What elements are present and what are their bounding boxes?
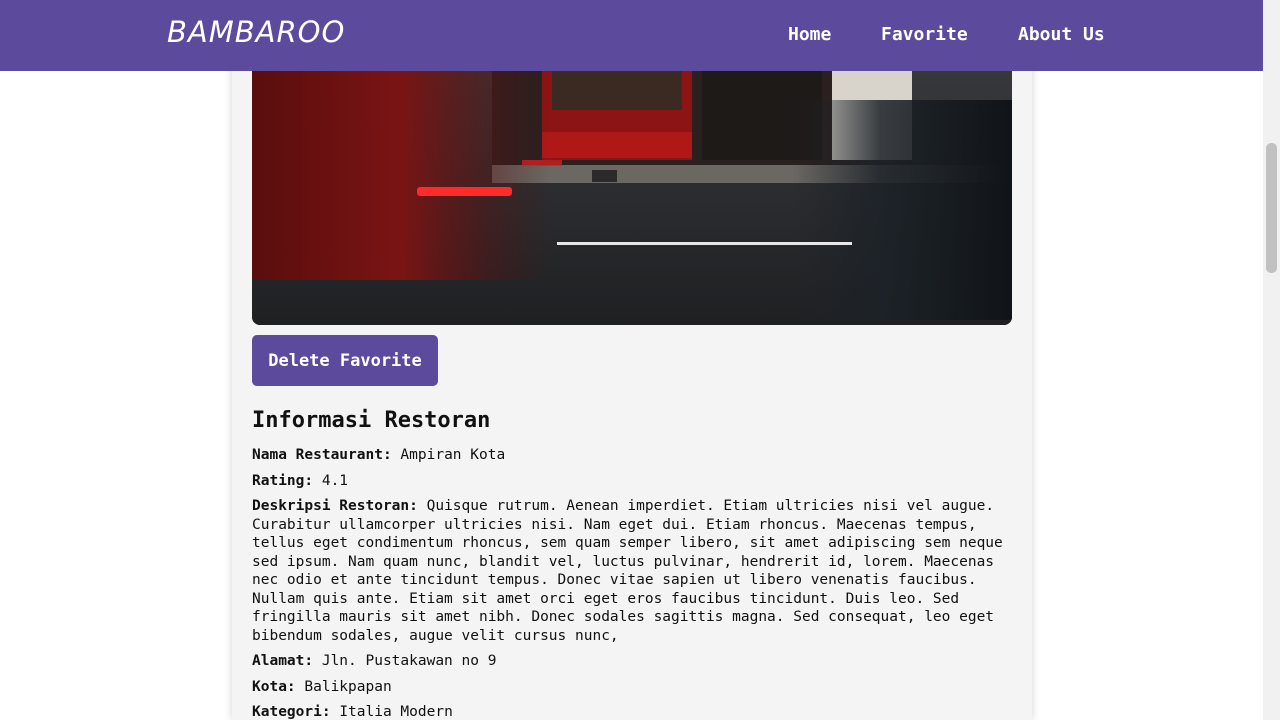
restaurant-name-row: Nama Restaurant: Ampiran Kota — [252, 446, 1012, 465]
rating-row: Rating: 4.1 — [252, 472, 1012, 491]
city-row: Kota: Balikpapan — [252, 678, 1012, 697]
field-label: Alamat: — [252, 653, 314, 669]
field-label: Nama Restaurant: — [252, 447, 392, 463]
restaurant-photo — [252, 40, 1012, 325]
delete-favorite-button[interactable]: Delete Favorite — [252, 335, 438, 386]
nav-home-link[interactable]: Home — [788, 24, 831, 45]
restaurant-city: Balikpapan — [304, 678, 392, 695]
page-scrollbar[interactable] — [1263, 0, 1280, 720]
category-row: Kategori: Italia Modern — [252, 703, 1012, 720]
field-label: Deskripsi Restoran: — [252, 498, 418, 514]
restaurant-description: Quisque rutrum. Aenean imperdiet. Etiam … — [252, 498, 1003, 644]
description-row: Deskripsi Restoran: Quisque rutrum. Aene… — [252, 497, 1012, 645]
restaurant-rating: 4.1 — [321, 472, 349, 489]
address-row: Alamat: Jln. Pustakawan no 9 — [252, 652, 1012, 671]
top-navbar: BAMBAROO Home Favorite About Us — [0, 0, 1263, 71]
restaurant-category: Italia Modern — [339, 704, 453, 720]
restaurant-name: Ampiran Kota — [400, 447, 506, 463]
restaurant-info: Informasi Restoran Nama Restaurant: Ampi… — [252, 406, 1012, 720]
brand-logo[interactable]: BAMBAROO — [167, 15, 345, 49]
scrollbar-thumb[interactable] — [1266, 143, 1277, 273]
field-label: Kota: — [252, 678, 296, 695]
field-label: Rating: — [252, 472, 314, 489]
field-label: Kategori: — [252, 704, 331, 720]
restaurant-address: Jln. Pustakawan no 9 — [321, 653, 497, 669]
nav-about-link[interactable]: About Us — [1018, 24, 1105, 45]
nav-favorite-link[interactable]: Favorite — [881, 24, 968, 45]
section-title: Informasi Restoran — [252, 408, 491, 433]
